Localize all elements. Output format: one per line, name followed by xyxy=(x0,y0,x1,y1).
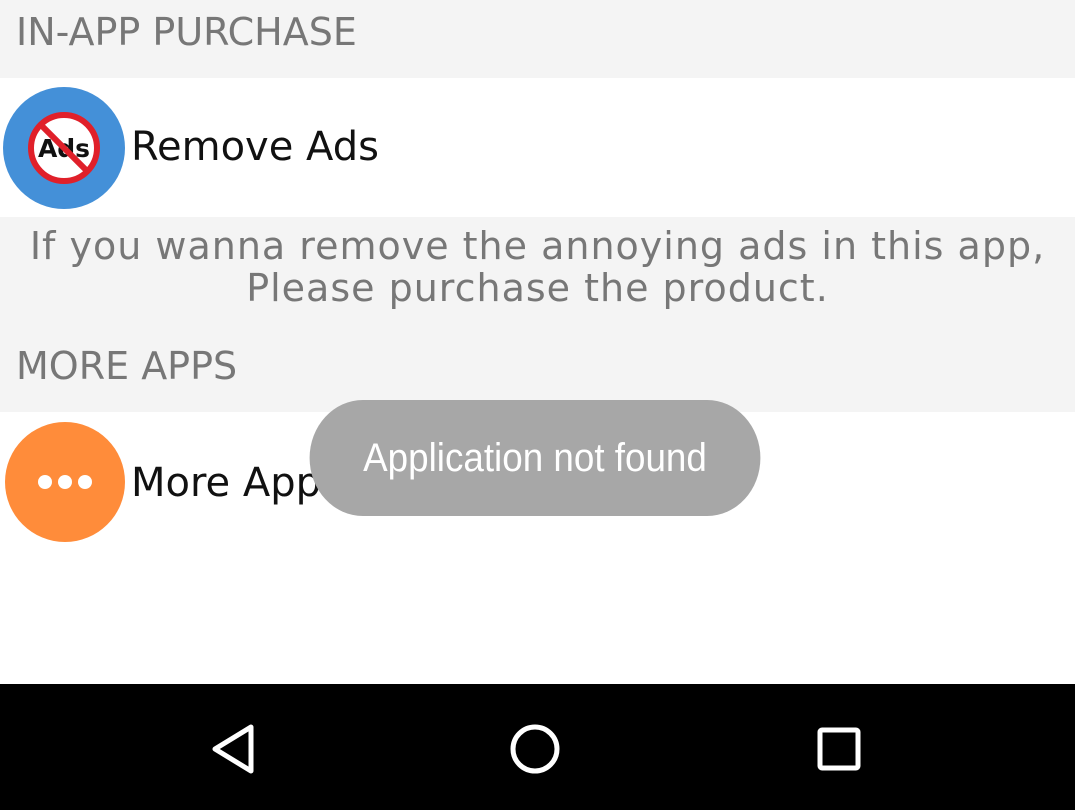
description-line-2: Please purchase the product. xyxy=(246,266,829,310)
toast-message: Application not found xyxy=(309,400,761,516)
no-ads-icon-graphic: Ads xyxy=(28,112,100,184)
section-header-title: MORE APPS xyxy=(16,344,238,388)
section-header-in-app-purchase: IN-APP PURCHASE xyxy=(0,0,1075,78)
back-button[interactable] xyxy=(190,704,280,794)
remove-ads-label: Remove Ads xyxy=(131,124,379,170)
description-line-1: If you wanna remove the annoying ads in … xyxy=(29,224,1046,268)
more-dots-icon xyxy=(5,422,125,542)
recents-button[interactable] xyxy=(794,704,884,794)
settings-screen: IN-APP PURCHASE Ads Remove Ads If you wa… xyxy=(0,0,1075,810)
section-header-title: IN-APP PURCHASE xyxy=(16,10,357,54)
recents-square-icon xyxy=(817,727,861,771)
home-circle-icon xyxy=(510,724,560,774)
no-ads-icon: Ads xyxy=(3,87,125,209)
system-navigation-bar xyxy=(0,684,1075,810)
more-dots-icon-graphic xyxy=(38,475,92,489)
remove-ads-description: If you wanna remove the annoying ads in … xyxy=(0,217,1075,340)
remove-ads-item[interactable]: Ads Remove Ads xyxy=(0,78,1075,217)
back-triangle-icon xyxy=(212,724,254,774)
home-button[interactable] xyxy=(490,704,580,794)
